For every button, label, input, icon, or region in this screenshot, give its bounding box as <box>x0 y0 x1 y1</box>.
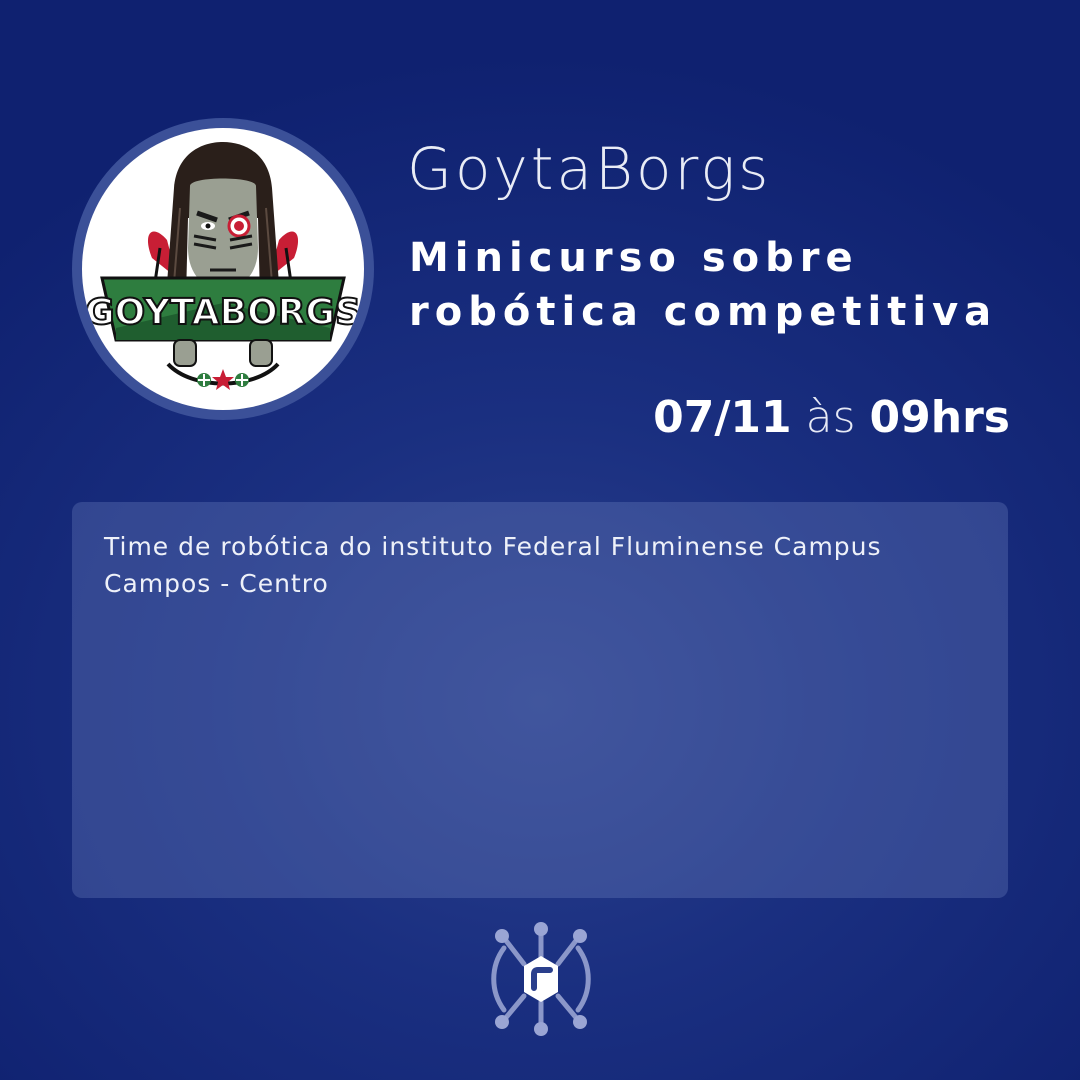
course-title: Minicurso sobre robótica competitiva <box>409 231 1029 339</box>
event-time: 09hrs <box>869 392 1010 443</box>
description-text: Time de robótica do instituto Federal Fl… <box>104 532 882 598</box>
team-logo: GOYTABORGS <box>82 128 364 410</box>
team-logo-wordmark: GOYTABORGS <box>85 292 361 333</box>
course-title-line-1: Minicurso sobre <box>409 235 859 281</box>
team-logo-artwork: GOYTABORGS <box>84 142 362 390</box>
team-logo-frame: GOYTABORGS <box>72 118 374 420</box>
event-date: 07/11 <box>653 392 792 443</box>
event-schedule: 07/11 às 09hrs <box>653 392 1010 443</box>
event-connector: às <box>805 392 856 443</box>
network-hub-icon <box>480 918 602 1040</box>
team-name: GoytaBorgs <box>407 135 772 203</box>
description-box: Time de robótica do instituto Federal Fl… <box>72 502 1008 898</box>
course-title-line-2: robótica competitiva <box>409 289 998 335</box>
